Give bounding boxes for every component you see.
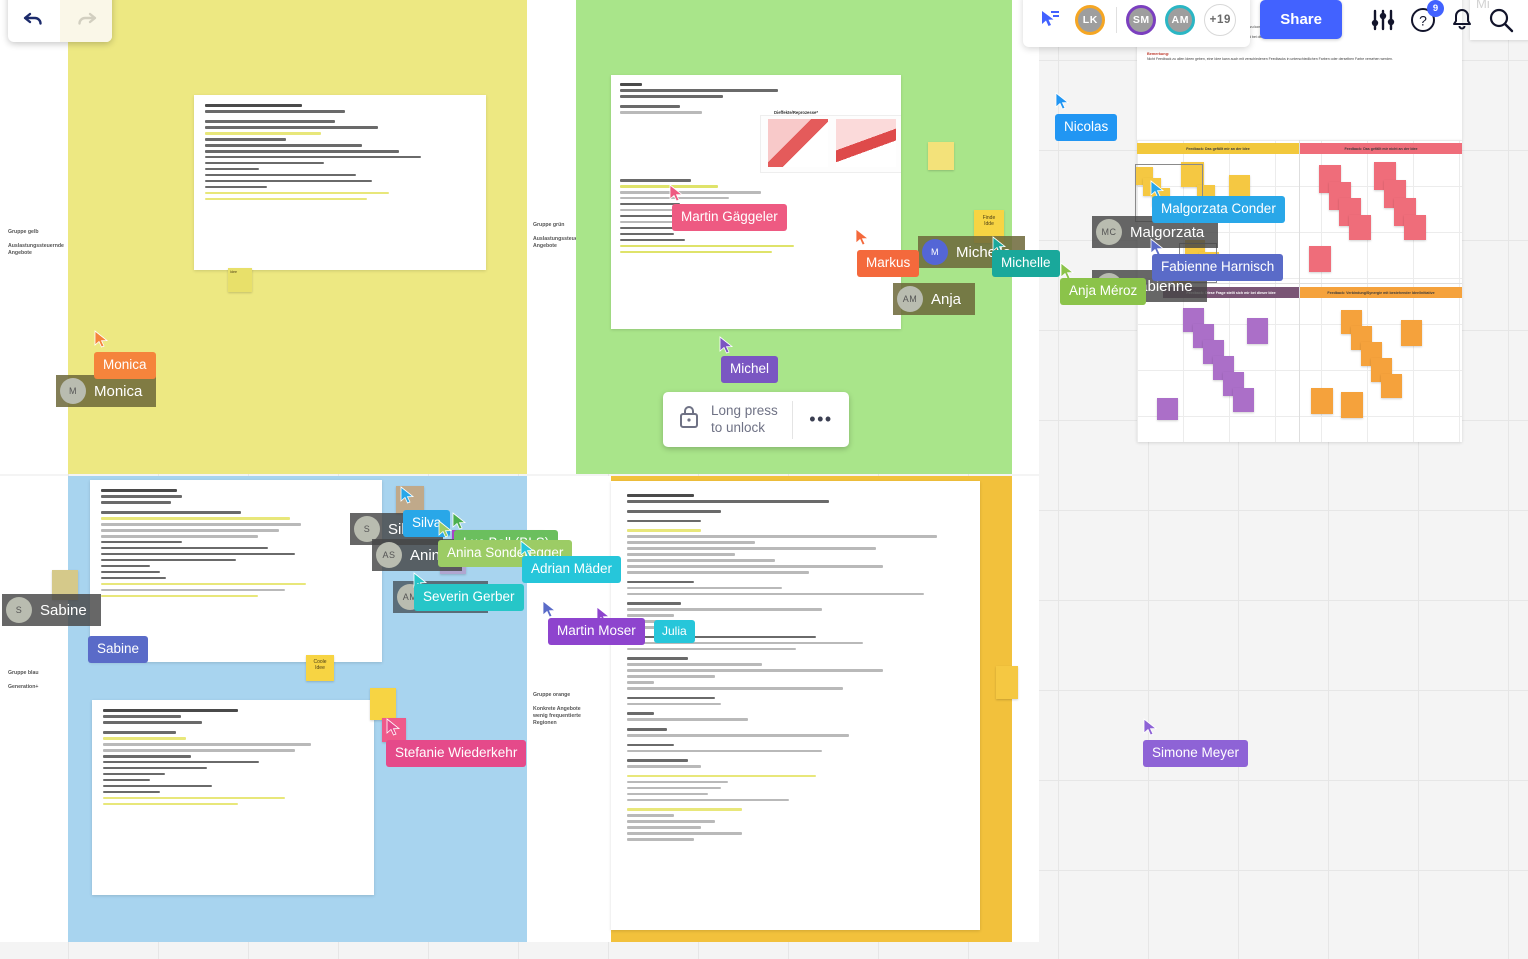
document-yellow-body xyxy=(194,95,486,213)
presence-tooltip-anina: AS Anina xyxy=(372,539,463,571)
presence-tooltip-adrian: AM Adrian xyxy=(393,581,489,613)
document-blue-20-unterwegs[interactable] xyxy=(90,480,382,662)
bell-icon[interactable] xyxy=(1450,7,1474,33)
sticky-cluster-orange-7[interactable] xyxy=(1311,388,1333,414)
sticky-cluster-pink-8[interactable] xyxy=(1404,215,1426,240)
whiteboard-canvas[interactable]: Gruppe gelb Auslastungssteuernde Angebot… xyxy=(0,0,1528,959)
presence-name: Michelle xyxy=(956,243,1012,261)
presence-name: Anina xyxy=(410,546,449,564)
sticky-yellow-gelb-1[interactable]: Idee xyxy=(228,268,252,292)
avatar: S xyxy=(6,597,32,623)
frame-label-gelb: Gruppe gelb Auslastungssteuernde Angebot… xyxy=(8,229,64,257)
document-yellow-happy-time[interactable] xyxy=(194,95,486,270)
presence-tooltip-fabienne: F Fabienne xyxy=(1092,270,1207,302)
sticky-cluster-purple-7[interactable] xyxy=(1247,318,1268,344)
sticky-cluster-purple-8[interactable] xyxy=(1157,398,1178,420)
avatar-divider xyxy=(1116,6,1118,33)
sticky-cluster-purple-6[interactable] xyxy=(1233,388,1254,412)
document-green-charts: Dieffekte/Reprozesse* xyxy=(620,110,901,179)
presence-name: Silvan xyxy=(388,520,429,538)
presence-name: Monica xyxy=(94,382,143,400)
presence-tooltip-anja: AM Anja xyxy=(893,283,976,315)
avatar: AS xyxy=(376,542,402,568)
settings-sliders-icon[interactable] xyxy=(1370,8,1396,32)
document-blue2-body xyxy=(92,700,374,818)
presence-tooltip-michelle: M Michelle xyxy=(918,236,1026,268)
lock-toolbar[interactable]: Long press to unlock ••• xyxy=(663,392,849,447)
help-badge: 9 xyxy=(1427,0,1444,17)
sticky-blue-note-1[interactable] xyxy=(370,688,396,720)
frame-label-orange: Gruppe orange Konkrete Angebote wenig fr… xyxy=(533,692,581,727)
avatar: MC xyxy=(1096,219,1122,245)
document-blue-testimonials[interactable] xyxy=(92,700,374,895)
selection-box-yellow[interactable] xyxy=(1135,164,1203,222)
presence-avatars[interactable]: LK SM AM +19 xyxy=(1023,0,1251,47)
lock-more-menu[interactable]: ••• xyxy=(793,409,849,430)
matrix-header-dislike: Feedback: Das gefällt mir nicht an der I… xyxy=(1300,143,1462,154)
avatar: AM xyxy=(897,286,923,312)
redo-button[interactable] xyxy=(60,0,112,42)
document-blue-body xyxy=(90,480,382,610)
redo-icon xyxy=(75,10,97,33)
unlock-label: Long press to unlock xyxy=(711,402,778,435)
matrix-header-like: Feedback: Das gefällt mir an der Idee xyxy=(1137,143,1299,154)
pointer-share-icon[interactable] xyxy=(1039,9,1061,31)
presence-tooltip-sabine: S Sabine xyxy=(2,594,101,626)
sticky-cluster-pink-4[interactable] xyxy=(1349,215,1371,240)
presence-tooltip-monica: M Monica xyxy=(56,375,157,407)
document-orange-body xyxy=(611,481,980,857)
avatar: M xyxy=(922,239,948,265)
document-orange-bls-safari[interactable] xyxy=(611,481,980,930)
matrix-divider-vertical xyxy=(1299,140,1300,442)
sticky-coole-idee-text: Coole Idee xyxy=(313,659,327,672)
presence-name: Anja xyxy=(931,290,962,308)
sticky-green-note[interactable] xyxy=(928,142,954,170)
avatar-am[interactable]: AM xyxy=(1165,4,1196,35)
sticky-coole-idee[interactable]: Coole Idee xyxy=(306,655,334,681)
legend-note-text: Nicht Feedback zu allen Ideen geben, ein… xyxy=(1147,57,1393,62)
presence-tooltip-malgorzata: MC Malgorzata xyxy=(1092,216,1219,248)
presence-name: Malgorzata xyxy=(1130,223,1205,241)
avatar: AM xyxy=(397,584,423,610)
presence-name: Sabine xyxy=(40,601,87,619)
history-toolbar[interactable] xyxy=(8,0,112,42)
presence-name: Fabienne xyxy=(1130,277,1193,295)
sticky-blue-note-2[interactable] xyxy=(382,718,406,742)
sticky-cluster-orange-8[interactable] xyxy=(1341,392,1363,418)
sticky-orange-note-1[interactable] xyxy=(996,666,1018,699)
share-button[interactable]: Share xyxy=(1260,0,1342,39)
sticky-text: Idee xyxy=(230,270,237,274)
sticky-blue-start[interactable] xyxy=(396,486,424,514)
document-green-body: Dieffekte/Reprozesse* xyxy=(611,75,901,265)
sticky-cluster-pink-9[interactable] xyxy=(1309,246,1331,272)
avatar-overflow-count[interactable]: +19 xyxy=(1204,3,1237,36)
avatar: M xyxy=(60,378,86,404)
search-icon[interactable] xyxy=(1488,7,1514,33)
matrix-header-synergy: Feedback: Verbindung/Synergie mit besteh… xyxy=(1300,287,1462,298)
svg-text:?: ? xyxy=(1419,12,1427,28)
unlock-button[interactable]: Long press to unlock xyxy=(663,403,792,437)
sticky-cluster-orange-6[interactable] xyxy=(1401,320,1422,346)
lock-icon xyxy=(679,405,699,434)
top-right-toolbar[interactable]: LK SM AM +19 Share ? 9 xyxy=(1023,0,1528,47)
sticky-cluster-orange-5[interactable] xyxy=(1381,374,1402,398)
avatar: F xyxy=(1096,273,1122,299)
document-green-chart-caption: Dieffekte/Reprozesse* xyxy=(774,109,818,115)
avatar-sm[interactable]: SM xyxy=(1126,4,1157,35)
help-icon[interactable]: ? 9 xyxy=(1410,0,1444,33)
undo-icon xyxy=(23,10,45,33)
avatar-lk[interactable]: LK xyxy=(1075,4,1106,35)
presence-name: Adrian xyxy=(431,588,475,606)
frame-label-blau: Gruppe blau Generation+ xyxy=(8,670,39,691)
sticky-blue-bar-purple[interactable] xyxy=(452,530,544,539)
undo-button[interactable] xyxy=(8,0,60,42)
sticky-cluster-yellow-7[interactable] xyxy=(1229,175,1250,197)
document-green-group[interactable]: Dieffekte/Reprozesse* xyxy=(611,75,901,329)
